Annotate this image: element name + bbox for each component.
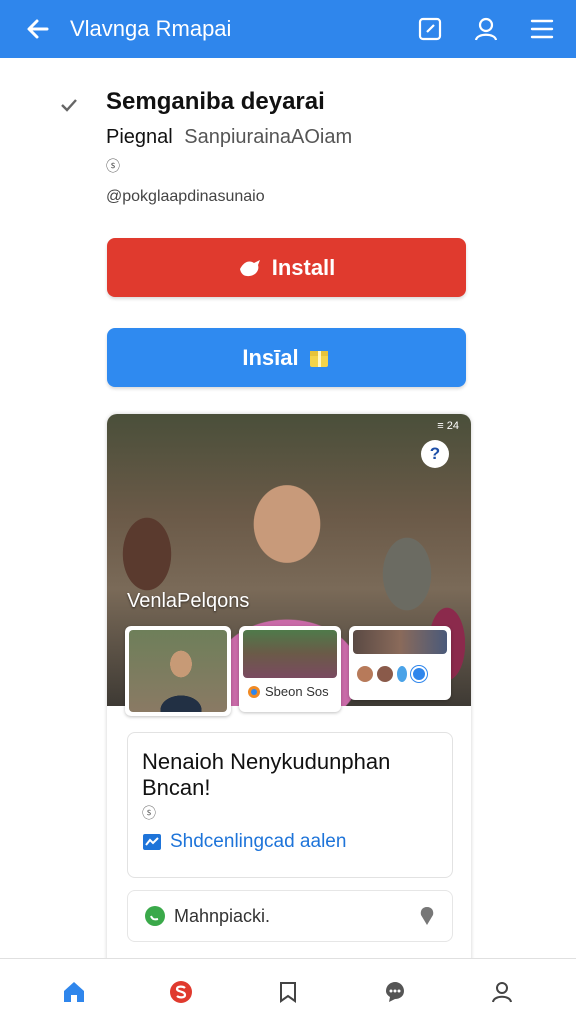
meta-badge: ⓢ [106,158,120,174]
app-bar: Vlavnga Rmapai [0,0,576,58]
install-primary-label: Install [271,254,336,280]
thumbnail-3-image [353,630,447,654]
thumbnail-1-image [129,630,227,712]
info-meta: ⓢ [142,805,156,821]
content-card: ≡ 24 ? VenlaPelqons Sbeon Sos Nenaioh Ne… [107,414,471,974]
nav-home[interactable] [50,968,98,1016]
install-button-primary[interactable]: Install [107,238,466,297]
avatar [357,666,373,682]
chat-icon [386,981,405,1002]
menu-button[interactable] [520,7,564,51]
nav-s-badge[interactable] [157,968,205,1016]
install-secondary-label: Insīal [242,344,299,370]
profile-icon [492,981,513,1002]
info-title: Nenaioh Nenykudunphan Bncan! [142,749,391,800]
publisher: Piegnal SanpiurainaAOiam [106,126,352,149]
thumbnail-3[interactable] [349,626,451,700]
edit-button[interactable] [408,7,452,51]
app-bar-title: Vlavnga Rmapai [70,16,232,41]
whatsapp-row[interactable]: Mahnpiacki. [127,890,453,942]
thumbnail-2-image [243,630,337,678]
avatar [397,666,407,682]
publisher-sub: SanpiurainaAOiam [184,126,353,148]
photo-status: ≡ 24 [437,420,459,432]
chart-box-icon [143,834,161,850]
photo-label: VenlaPelqons [127,590,250,612]
thumbnail-1[interactable] [125,626,231,716]
app-name: Semganiba deyarai [106,88,325,115]
info-card[interactable]: Nenaioh Nenykudunphan Bncan! ⓢ Shdcenlin… [127,732,453,878]
gift-icon [307,346,331,370]
info-link[interactable]: Shdcenlingcad aalen [142,831,346,853]
bird-icon [238,257,264,279]
install-button-secondary[interactable]: Insīal [107,328,466,387]
menu-icon [530,19,554,39]
back-button[interactable] [18,9,58,49]
arrow-left-icon [27,19,49,39]
verified-icon [411,666,427,682]
handle-text[interactable]: @pokglaapdinasunaio [106,188,265,206]
s-badge-icon [169,980,192,1003]
whatsapp-row-text: Mahnpiacki. [174,905,271,926]
thumbnail-2-caption-text: Sbeon Sos [265,684,329,699]
publisher-name: Piegnal [106,126,173,148]
help-button[interactable]: ? [421,440,449,468]
bookmark-icon [279,981,296,1003]
checkmark-icon [61,99,77,112]
nav-bookmark[interactable] [264,968,312,1016]
whatsapp-icon [145,906,165,926]
profile-button[interactable] [464,7,508,51]
bottom-nav [0,958,576,1024]
nav-chat[interactable] [371,968,419,1016]
thumbnail-2[interactable]: Sbeon Sos [239,626,341,712]
info-link-text: Shdcenlingcad aalen [170,831,347,852]
pinwheel-icon [248,685,260,698]
avatar-row [357,666,427,682]
person-icon [474,17,498,41]
home-icon [63,981,84,1002]
edit-square-icon [418,17,442,41]
avatar [377,666,393,682]
pin-icon [420,907,434,925]
thumbnail-2-caption: Sbeon Sos [247,684,329,699]
nav-profile[interactable] [478,968,526,1016]
